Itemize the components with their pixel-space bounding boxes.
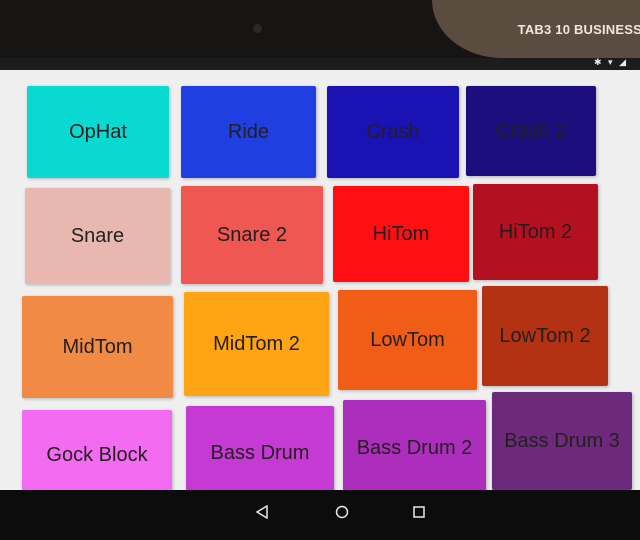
- recents-square-icon: [413, 506, 425, 518]
- home-circle-icon: [335, 505, 349, 519]
- pad-label: MidTom 2: [213, 332, 300, 355]
- device-top-bezel: TAB3 10 BUSINESS: [0, 0, 640, 66]
- brand-label: TAB3 10 BUSINESS: [517, 22, 640, 37]
- pad-bass-drum-3[interactable]: Bass Drum 3: [492, 392, 632, 490]
- pad-label: Crash: [366, 120, 420, 143]
- status-bar: ✱ ▾ ◢: [0, 57, 640, 70]
- pad-bass-drum-2[interactable]: Bass Drum 2: [343, 400, 486, 490]
- signal-icon: ◢: [619, 57, 628, 67]
- pad-label: LowTom: [370, 328, 445, 351]
- pad-crash-2[interactable]: Crash 2: [466, 86, 596, 176]
- pad-label: MidTom: [62, 335, 133, 358]
- recents-button[interactable]: [407, 500, 431, 524]
- back-triangle-icon: [255, 505, 268, 519]
- pad-snare-2[interactable]: Snare 2: [181, 186, 323, 284]
- pad-gock-block[interactable]: Gock Block: [22, 410, 172, 490]
- pad-hitom[interactable]: HiTom: [333, 186, 469, 282]
- pad-midtom[interactable]: MidTom: [22, 296, 173, 398]
- pad-label: OpHat: [69, 120, 127, 143]
- front-camera: [253, 24, 262, 33]
- pad-midtom-2[interactable]: MidTom 2: [184, 292, 329, 396]
- pad-label: HiTom: [372, 222, 430, 245]
- navigation-bar: [0, 490, 640, 540]
- wifi-icon: ▾: [608, 57, 615, 67]
- pad-label: HiTom 2: [498, 220, 573, 243]
- pad-label: LowTom 2: [499, 324, 591, 347]
- pad-lowtom[interactable]: LowTom: [338, 290, 477, 390]
- pad-label: Bass Drum: [210, 441, 310, 464]
- pad-ride[interactable]: Ride: [181, 86, 316, 178]
- pad-label: Bass Drum 3: [504, 429, 620, 452]
- brand-plate: TAB3 10 BUSINESS: [432, 0, 640, 58]
- pad-ophat[interactable]: OpHat: [27, 86, 169, 178]
- pad-snare[interactable]: Snare: [25, 188, 170, 284]
- pad-label: Snare: [70, 224, 125, 247]
- pad-label: Gock Block: [46, 443, 148, 466]
- drum-pad-screen: OpHat Ride Crash Crash 2 Snare Snare 2 H…: [0, 70, 640, 490]
- pad-lowtom-2[interactable]: LowTom 2: [482, 286, 608, 386]
- status-icons: ✱ ▾ ◢: [594, 57, 628, 68]
- bluetooth-icon: ✱: [593, 57, 604, 67]
- pad-crash[interactable]: Crash: [327, 86, 459, 178]
- pad-label: Ride: [227, 120, 270, 143]
- back-button[interactable]: [250, 500, 274, 524]
- pad-hitom-2[interactable]: HiTom 2: [473, 184, 598, 280]
- pad-label: Snare 2: [216, 223, 288, 246]
- pad-label: Crash 2: [495, 119, 567, 142]
- pad-label: Bass Drum 2: [356, 436, 473, 459]
- home-button[interactable]: [330, 500, 354, 524]
- pad-bass-drum[interactable]: Bass Drum: [186, 406, 334, 490]
